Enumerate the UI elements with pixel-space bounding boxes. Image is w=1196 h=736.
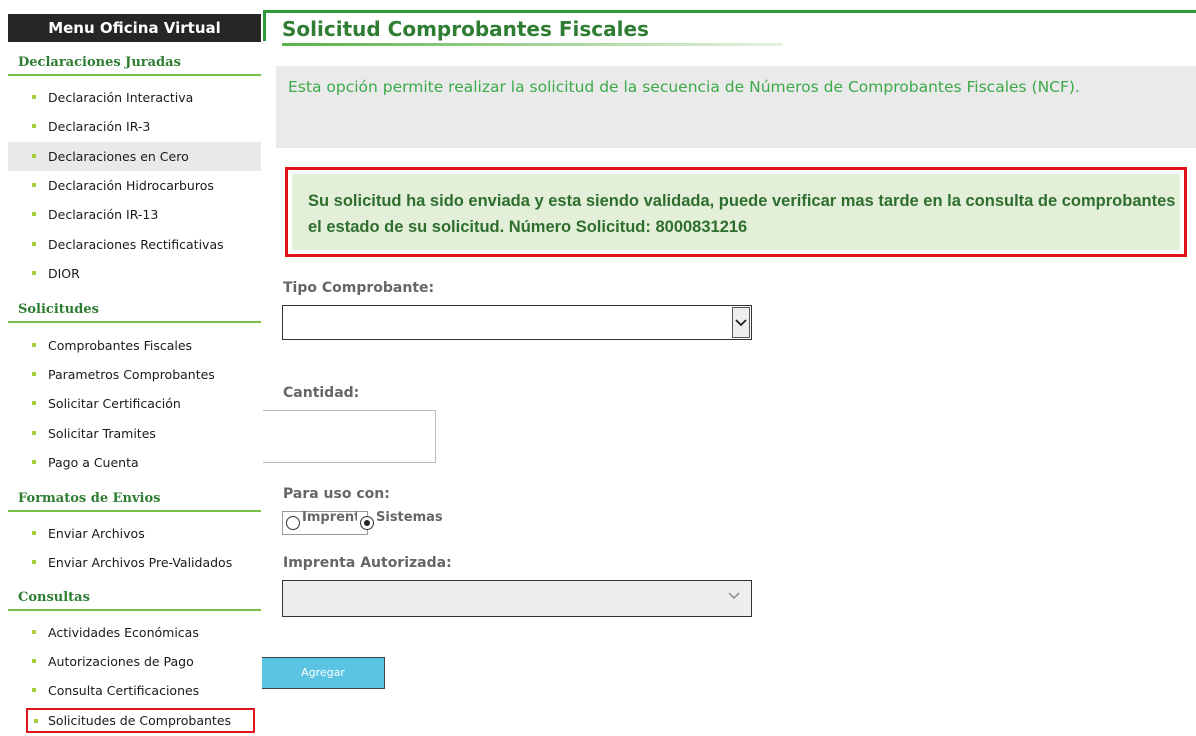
imprenta-autorizada-select[interactable] (282, 580, 752, 617)
tipo-comprobante-select[interactable] (282, 305, 752, 340)
bullet-icon (32, 460, 36, 464)
radio-imprenta[interactable] (286, 516, 300, 530)
sidebar-item-label: Consulta Certificaciones (48, 683, 200, 698)
sidebar-item-label: Parametros Comprobantes (48, 367, 215, 382)
section-header-formatos: Formatos de Envios (8, 486, 261, 512)
bullet-icon (32, 242, 36, 246)
success-message: Su solicitud ha sido enviada y esta sien… (308, 192, 1176, 236)
sidebar-item-label: Solicitudes de Comprobantes (48, 713, 232, 728)
sidebar-item-label: Declaraciones en Cero (48, 149, 189, 164)
page-title: Solicitud Comprobantes Fiscales (282, 17, 649, 41)
bullet-icon (32, 659, 36, 663)
cantidad-label: Cantidad: (283, 385, 360, 401)
bullet-icon (32, 124, 36, 128)
sidebar-item-consulta-certificaciones[interactable]: Consulta Certificaciones (8, 676, 261, 705)
sidebar-item-label: Autorizaciones de Pago (48, 654, 194, 669)
info-box: Esta opción permite realizar la solicitu… (276, 66, 1196, 148)
info-text: Esta opción permite realizar la solicitu… (288, 78, 1080, 96)
sidebar-item-comprobantes-fiscales[interactable]: Comprobantes Fiscales (8, 331, 261, 360)
bullet-icon (32, 372, 36, 376)
bullet-icon (32, 401, 36, 405)
sidebar-item-enviar-archivos-prevalidados[interactable]: Enviar Archivos Pre-Validados (8, 548, 261, 577)
left-border (263, 10, 266, 41)
bullet-icon (32, 95, 36, 99)
sidebar-item-actividades-economicas[interactable]: Actividades Económicas (8, 618, 261, 647)
imprenta-autorizada-label: Imprenta Autorizada: (283, 555, 452, 571)
bullet-icon (32, 431, 36, 435)
sidebar-item-solicitar-certificacion[interactable]: Solicitar Certificación (8, 389, 261, 418)
section-header-solicitudes: Solicitudes (8, 297, 261, 323)
title-underline (282, 43, 782, 46)
chevron-down-icon (727, 588, 741, 607)
sidebar-item-declaracion-ir3[interactable]: Declaración IR-3 (8, 112, 261, 141)
bullet-icon (32, 271, 36, 275)
sidebar-item-declaracion-hidrocarburos[interactable]: Declaración Hidrocarburos (8, 171, 261, 200)
cantidad-input[interactable] (263, 410, 436, 463)
bullet-icon (32, 560, 36, 564)
sidebar-item-label: Declaración Interactiva (48, 90, 194, 105)
sidebar-item-label: Declaraciones Rectificativas (48, 237, 224, 252)
sidebar-item-dior[interactable]: DIOR (8, 259, 261, 288)
bullet-icon (32, 630, 36, 634)
bullet-icon (32, 183, 36, 187)
agregar-button[interactable]: Agregar (262, 657, 385, 689)
success-message-panel: Su solicitud ha sido enviada y esta sien… (292, 174, 1180, 250)
sidebar-item-parametros-comprobantes[interactable]: Parametros Comprobantes (8, 360, 261, 389)
sidebar-item-label: Pago a Cuenta (48, 455, 139, 470)
bullet-icon (32, 154, 36, 158)
menu-title: Menu Oficina Virtual (8, 14, 261, 42)
tipo-comprobante-label: Tipo Comprobante: (283, 280, 435, 296)
bullet-icon (34, 719, 38, 723)
bullet-icon (32, 212, 36, 216)
chevron-down-icon[interactable] (732, 307, 750, 338)
sidebar-item-declaracion-ir13[interactable]: Declaración IR-13 (8, 200, 261, 229)
success-message-box: Su solicitud ha sido enviada y esta sien… (285, 167, 1187, 257)
sidebar-item-solicitudes-comprobantes[interactable]: Solicitudes de Comprobantes (26, 708, 255, 733)
sidebar-item-label: DIOR (48, 266, 80, 281)
section-header-consultas: Consultas (8, 585, 261, 611)
sidebar-item-enviar-archivos[interactable]: Enviar Archivos (8, 519, 261, 548)
top-border (263, 10, 1196, 13)
bullet-icon (32, 343, 36, 347)
sidebar-item-label: Declaración Hidrocarburos (48, 178, 214, 193)
para-uso-label: Para uso con: (283, 486, 390, 502)
sidebar-item-label: Declaración IR-13 (48, 207, 159, 222)
sidebar-item-label: Declaración IR-3 (48, 119, 151, 134)
sidebar-item-label: Actividades Económicas (48, 625, 199, 640)
bullet-icon (32, 531, 36, 535)
sidebar-item-autorizaciones-pago[interactable]: Autorizaciones de Pago (8, 647, 261, 676)
bullet-icon (32, 688, 36, 692)
sidebar-item-declaraciones-rectificativas[interactable]: Declaraciones Rectificativas (8, 230, 261, 259)
radio-sistemas[interactable] (360, 516, 374, 530)
sidebar-menu: Menu Oficina Virtual Declaraciones Jurad… (8, 14, 261, 736)
sidebar-item-pago-cuenta[interactable]: Pago a Cuenta (8, 448, 261, 477)
sidebar-item-label: Comprobantes Fiscales (48, 338, 193, 353)
radio-sistemas-label: Sistemas (376, 510, 443, 525)
sidebar-item-label: Solicitar Certificación (48, 396, 181, 411)
sidebar-item-solicitar-tramites[interactable]: Solicitar Tramites (8, 419, 261, 448)
sidebar-item-declaracion-interactiva[interactable]: Declaración Interactiva (8, 83, 261, 112)
section-header-declaraciones: Declaraciones Juradas (8, 50, 261, 76)
sidebar-item-label: Enviar Archivos (48, 526, 145, 541)
sidebar-item-label: Enviar Archivos Pre-Validados (48, 555, 233, 570)
sidebar-item-label: Solicitar Tramites (48, 426, 156, 441)
sidebar-item-declaraciones-cero[interactable]: Declaraciones en Cero (8, 142, 261, 171)
